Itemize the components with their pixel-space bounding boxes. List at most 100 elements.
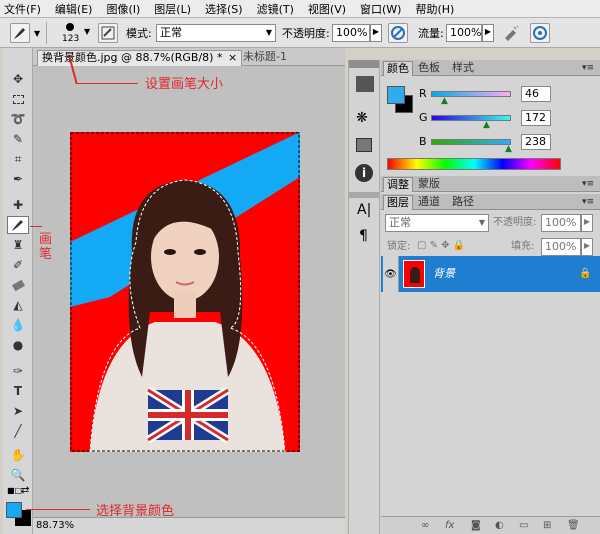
blur-tool[interactable]: 💧 bbox=[7, 316, 29, 334]
r-value-input[interactable]: 46 bbox=[521, 86, 551, 102]
layer-style-icon[interactable]: fx bbox=[445, 519, 454, 533]
paint-bucket-tool[interactable]: ◭ bbox=[7, 296, 29, 314]
menu-filter[interactable]: 滤镜(T) bbox=[257, 1, 294, 17]
fill-input[interactable]: 100% bbox=[541, 238, 581, 256]
tablet-opacity-button[interactable] bbox=[388, 23, 408, 43]
history-panel-icon[interactable] bbox=[356, 76, 374, 92]
flow-input[interactable]: 100% bbox=[446, 24, 482, 42]
g-value-input[interactable]: 172 bbox=[521, 110, 551, 126]
status-bar: 88.73% bbox=[33, 517, 345, 534]
menu-layer[interactable]: 图层(L) bbox=[154, 1, 191, 17]
history-brush-icon: ✐ bbox=[12, 258, 24, 272]
g-slider[interactable] bbox=[431, 115, 511, 121]
quick-select-icon: ✎ bbox=[12, 132, 24, 146]
eye-icon: 👁 bbox=[384, 268, 397, 280]
tab-masks[interactable]: 蒙版 bbox=[415, 177, 443, 192]
zoom-level[interactable]: 88.73% bbox=[36, 520, 74, 531]
move-tool[interactable]: ✥ bbox=[7, 70, 29, 88]
menu-help[interactable]: 帮助(H) bbox=[415, 1, 454, 17]
lock-icons[interactable]: ▢ ✎ ✥ 🔒 bbox=[417, 239, 465, 253]
tab-paths[interactable]: 路径 bbox=[449, 195, 477, 210]
type-tool[interactable]: T bbox=[7, 382, 29, 400]
info-icon[interactable]: i bbox=[355, 164, 373, 182]
color-spectrum-bar[interactable] bbox=[387, 158, 561, 170]
opacity-slider-toggle[interactable]: ▶ bbox=[370, 24, 382, 42]
link-layers-icon[interactable]: ∞ bbox=[421, 519, 429, 533]
b-slider-handle[interactable]: ▲ bbox=[505, 142, 512, 156]
new-layer-icon[interactable]: ⊞ bbox=[543, 519, 551, 533]
flow-slider-toggle[interactable]: ▶ bbox=[482, 24, 494, 42]
layer-opacity-toggle[interactable]: ▶ bbox=[581, 214, 593, 232]
tab-color[interactable]: 颜色 bbox=[383, 61, 413, 76]
close-icon[interactable]: × bbox=[228, 51, 237, 64]
tablet-size-button[interactable] bbox=[530, 23, 550, 43]
menu-select[interactable]: 选择(S) bbox=[205, 1, 243, 17]
default-colors-icon[interactable]: ■□ bbox=[7, 486, 22, 495]
image-canvas[interactable] bbox=[70, 132, 300, 452]
chevron-down-icon: ▼ bbox=[478, 218, 485, 227]
layer-mask-icon[interactable]: ◙ bbox=[471, 519, 481, 533]
blend-mode-select[interactable]: 正常 ▼ bbox=[385, 214, 489, 232]
layers-footer: ∞ fx ◙ ◐ ▭ ⊞ 🗑 bbox=[381, 516, 600, 534]
crop-tool[interactable]: ⌗ bbox=[7, 150, 29, 168]
brush-panel-toggle[interactable] bbox=[98, 23, 118, 43]
quick-select-tool[interactable]: ✎ bbox=[7, 130, 29, 148]
tab-untitled-document[interactable]: 未标题-1 bbox=[239, 50, 291, 66]
lock-icon: 🔒 bbox=[579, 268, 592, 279]
panel-menu-icon[interactable]: ▾≡ bbox=[579, 61, 597, 76]
paragraph-panel-icon[interactable]: ¶ bbox=[359, 228, 368, 244]
tab-adjustments[interactable]: 调整 bbox=[383, 177, 413, 192]
airbrush-button[interactable] bbox=[502, 24, 520, 42]
panel-menu-icon[interactable]: ▾≡ bbox=[579, 177, 597, 192]
dodge-tool[interactable]: ● bbox=[7, 336, 29, 354]
adjustment-layer-icon[interactable]: ◐ bbox=[495, 519, 504, 533]
opacity-input[interactable]: 100% bbox=[332, 24, 370, 42]
layer-row-background[interactable]: 👁 背景 🔒 bbox=[381, 256, 600, 292]
tab-layers[interactable]: 图层 bbox=[383, 195, 413, 210]
histogram-panel-icon[interactable] bbox=[356, 138, 372, 152]
b-slider[interactable] bbox=[431, 139, 511, 145]
panel-menu-icon[interactable]: ▾≡ bbox=[579, 195, 597, 210]
navigator-panel-icon[interactable]: ❋ bbox=[356, 110, 368, 126]
visibility-toggle[interactable]: 👁 bbox=[383, 256, 399, 292]
brush-size-picker[interactable]: 123 ▼ bbox=[58, 22, 90, 46]
foreground-color-swatch[interactable] bbox=[6, 502, 22, 518]
marquee-tool[interactable] bbox=[7, 90, 29, 108]
eyedropper-tool[interactable]: ✒ bbox=[7, 170, 29, 188]
menu-file[interactable]: 文件(F) bbox=[4, 1, 41, 17]
path-select-tool[interactable]: ➤ bbox=[7, 402, 29, 420]
zoom-tool[interactable]: 🔍 bbox=[7, 466, 29, 484]
menu-edit[interactable]: 编辑(E) bbox=[55, 1, 93, 17]
annotation-select-bg: 选择背景颜色 bbox=[96, 504, 175, 519]
new-group-icon[interactable]: ▭ bbox=[519, 519, 528, 533]
healing-brush-tool[interactable]: ✚ bbox=[7, 196, 29, 214]
tab-styles[interactable]: 样式 bbox=[449, 61, 477, 76]
mode-select[interactable]: 正常 ▼ bbox=[156, 24, 276, 42]
tool-preset-picker[interactable] bbox=[10, 23, 30, 43]
hand-tool[interactable]: ✋ bbox=[7, 446, 29, 464]
brush-tool[interactable] bbox=[7, 216, 29, 234]
clone-stamp-tool[interactable]: ♜ bbox=[7, 236, 29, 254]
fill-toggle[interactable]: ▶ bbox=[581, 238, 593, 256]
menu-window[interactable]: 窗口(W) bbox=[360, 1, 401, 17]
g-slider-handle[interactable]: ▲ bbox=[483, 118, 490, 132]
trash-icon[interactable]: 🗑 bbox=[567, 519, 580, 533]
foreground-color-swatch[interactable] bbox=[387, 86, 405, 104]
menu-view[interactable]: 视图(V) bbox=[308, 1, 346, 17]
history-brush-tool[interactable]: ✐ bbox=[7, 256, 29, 274]
swap-colors-icon[interactable]: ⇄ bbox=[21, 485, 29, 496]
pen-tool[interactable]: ✑ bbox=[7, 362, 29, 380]
character-panel-icon[interactable]: A| bbox=[357, 202, 371, 218]
eraser-tool[interactable] bbox=[7, 276, 29, 294]
r-slider-handle[interactable]: ▲ bbox=[441, 94, 448, 108]
eraser-icon bbox=[11, 279, 25, 291]
layer-opacity-input[interactable]: 100% bbox=[541, 214, 581, 232]
tab-swatches[interactable]: 色板 bbox=[415, 61, 443, 76]
chevron-down-icon[interactable]: ▼ bbox=[34, 27, 40, 41]
layer-name[interactable]: 背景 bbox=[433, 267, 455, 281]
tab-channels[interactable]: 通道 bbox=[415, 195, 443, 210]
lasso-tool[interactable]: ➰ bbox=[7, 110, 29, 128]
b-value-input[interactable]: 238 bbox=[521, 134, 551, 150]
line-tool[interactable]: ╱ bbox=[7, 422, 29, 440]
menu-image[interactable]: 图像(I) bbox=[106, 1, 140, 17]
